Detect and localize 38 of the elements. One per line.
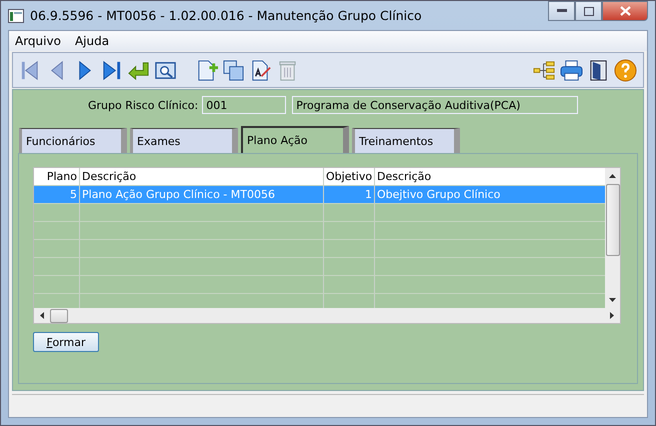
- maximize-icon: [584, 6, 594, 16]
- table-cell: 5: [34, 186, 80, 203]
- table-cell: 1: [324, 186, 375, 203]
- help-icon[interactable]: [614, 58, 637, 82]
- close-button[interactable]: [602, 1, 648, 21]
- scroll-right-icon[interactable]: [610, 312, 614, 319]
- table-cell-text: Obejtivo Grupo Clínico: [376, 187, 502, 203]
- column-header[interactable]: Objetivo: [324, 168, 375, 185]
- field-label: Grupo Risco Clínico:: [88, 98, 198, 112]
- tree-icon[interactable]: [533, 58, 556, 82]
- scroll-thumb[interactable]: [606, 184, 620, 256]
- description-field[interactable]: Programa de Conservação Auditiva(PCA): [292, 96, 578, 114]
- column-header[interactable]: Plano: [34, 168, 80, 185]
- menu-item[interactable]: Arquivo: [15, 34, 61, 48]
- code-field[interactable]: 001: [202, 96, 286, 114]
- close-icon: [620, 6, 630, 16]
- window-title: 06.9.5596 - MT0056 - 1.02.00.016 - Manutenção Grupo Clínico: [30, 8, 422, 23]
- tab[interactable]: Plano Ação: [241, 126, 349, 154]
- scroll-left-icon[interactable]: [40, 312, 44, 319]
- tab[interactable]: Funcionários: [19, 128, 127, 154]
- scroll-down-icon[interactable]: [609, 298, 616, 302]
- tab[interactable]: Treinamentos: [352, 128, 460, 154]
- menu-item[interactable]: Ajuda: [74, 34, 110, 48]
- scroll-thumb[interactable]: [50, 308, 68, 322]
- horizontal-scrollbar[interactable]: [34, 308, 620, 323]
- printer-icon[interactable]: [560, 58, 583, 82]
- minimize-button[interactable]: [548, 1, 575, 21]
- copy-icon[interactable]: [222, 58, 245, 82]
- vertical-scrollbar[interactable]: [605, 168, 620, 308]
- scroll-up-icon[interactable]: [609, 174, 616, 178]
- formar-button[interactable]: Formar: [33, 332, 99, 352]
- app-icon: [8, 8, 24, 22]
- maximize-button[interactable]: [575, 1, 602, 21]
- column-header[interactable]: Descrição: [80, 168, 324, 185]
- column-header[interactable]: Descrição: [375, 168, 605, 185]
- table-cell: Plano Ação Grupo Clínico - MT0056: [80, 186, 324, 203]
- minimize-icon: [556, 9, 566, 13]
- tab[interactable]: Exames: [130, 128, 238, 154]
